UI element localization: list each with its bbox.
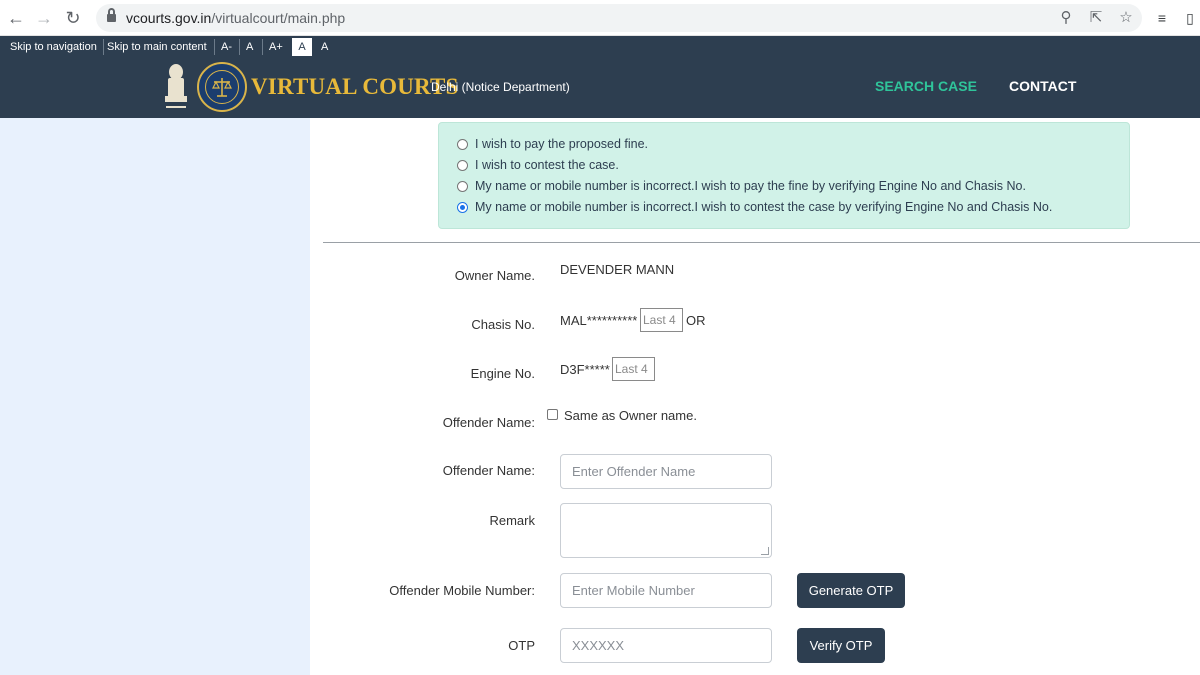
option-label: I wish to contest the case. xyxy=(475,158,619,172)
skip-to-navigation-link[interactable]: Skip to navigation xyxy=(7,38,100,56)
option-pay-fine[interactable]: I wish to pay the proposed fine. xyxy=(457,135,648,153)
national-emblem-icon xyxy=(165,64,187,108)
section-divider xyxy=(323,242,1200,243)
option-contest-case-verify[interactable]: My name or mobile number is incorrect.I … xyxy=(457,198,1052,216)
divider xyxy=(214,39,215,55)
offender-name-label: Offender Name: xyxy=(442,463,535,478)
offender-name-input[interactable]: Enter Offender Name xyxy=(560,454,772,489)
nav-contact[interactable]: CONTACT xyxy=(1009,78,1076,94)
virtual-courts-seal-logo xyxy=(197,62,247,112)
radio-button[interactable] xyxy=(457,138,468,150)
forward-arrow-icon[interactable]: → xyxy=(32,6,56,30)
owner-name-label: Owner Name. xyxy=(454,268,535,283)
radio-button[interactable] xyxy=(457,159,468,171)
engine-no-label: Engine No. xyxy=(470,366,535,381)
owner-name-value: DEVENDER MANN xyxy=(560,262,675,277)
chasis-no-prefix: MAL********** xyxy=(560,313,638,328)
option-pay-fine-verify[interactable]: My name or mobile number is incorrect.I … xyxy=(457,177,1026,195)
nav-search-case[interactable]: SEARCH CASE xyxy=(875,78,977,94)
chasis-or-text: OR xyxy=(686,313,706,328)
resize-handle-icon[interactable] xyxy=(761,547,769,555)
skip-to-main-content-link[interactable]: Skip to main content xyxy=(104,38,210,56)
share-icon[interactable]: ⇱ xyxy=(1086,8,1106,28)
chasis-last4-input[interactable]: Last 4 xyxy=(640,308,683,332)
radio-button[interactable] xyxy=(457,180,468,192)
reload-icon[interactable]: ↻ xyxy=(61,6,85,30)
otp-input[interactable]: XXXXXX xyxy=(560,628,772,663)
reading-list-icon[interactable]: ≡ xyxy=(1152,8,1172,28)
engine-no-prefix: D3F***** xyxy=(560,362,610,377)
engine-last4-input[interactable]: Last 4 xyxy=(612,357,655,381)
radio-button-selected[interactable] xyxy=(457,201,468,213)
option-label: My name or mobile number is incorrect.I … xyxy=(475,200,1053,214)
option-contest-case[interactable]: I wish to contest the case. xyxy=(457,156,619,174)
offender-mobile-input[interactable]: Enter Mobile Number xyxy=(560,573,772,608)
font-increase-button[interactable]: A+ xyxy=(266,38,286,56)
font-normal-button[interactable]: A xyxy=(243,38,256,56)
dark-theme-button[interactable]: A xyxy=(318,38,331,56)
offender-name-label: Offender Name: xyxy=(442,415,535,430)
verify-otp-button[interactable]: Verify OTP xyxy=(797,628,885,663)
accessibility-bar: Skip to navigation Skip to main content … xyxy=(0,36,1200,58)
address-bar[interactable]: vcourts.gov.in/virtualcourt/main.php ⚲ ⇱… xyxy=(96,4,1142,32)
light-theme-button[interactable]: A xyxy=(292,38,312,56)
url-text: vcourts.gov.in/virtualcourt/main.php xyxy=(126,10,346,26)
chasis-no-label: Chasis No. xyxy=(471,317,535,332)
brand-title[interactable]: VIRTUAL COURTS xyxy=(251,74,459,100)
generate-otp-button[interactable]: Generate OTP xyxy=(797,573,905,608)
remark-textarea[interactable] xyxy=(560,503,772,558)
lock-icon xyxy=(107,8,116,23)
zoom-icon[interactable]: ⚲ xyxy=(1056,8,1076,28)
left-panel xyxy=(0,118,310,675)
offender-mobile-label: Offender Mobile Number: xyxy=(389,583,535,598)
font-decrease-button[interactable]: A- xyxy=(218,38,235,56)
back-arrow-icon[interactable]: ← xyxy=(4,6,28,30)
option-label: I wish to pay the proposed fine. xyxy=(475,137,649,151)
divider xyxy=(239,39,240,55)
side-panel-icon[interactable]: ▯ xyxy=(1180,8,1200,28)
browser-toolbar: ← → ↻ vcourts.gov.in/virtualcourt/main.p… xyxy=(0,0,1200,36)
department-label: Delhi (Notice Department) xyxy=(431,80,570,94)
bookmark-star-icon[interactable]: ☆ xyxy=(1116,8,1136,28)
remark-label: Remark xyxy=(489,513,535,528)
option-label: My name or mobile number is incorrect.I … xyxy=(475,179,1026,193)
divider xyxy=(262,39,263,55)
otp-label: OTP xyxy=(508,638,535,653)
site-header: VIRTUAL COURTS Delhi (Notice Department)… xyxy=(0,58,1200,118)
same-as-owner-checkbox[interactable] xyxy=(547,409,558,420)
case-action-options: I wish to pay the proposed fine. I wish … xyxy=(438,122,1130,229)
same-as-owner-label: Same as Owner name. xyxy=(564,408,697,423)
